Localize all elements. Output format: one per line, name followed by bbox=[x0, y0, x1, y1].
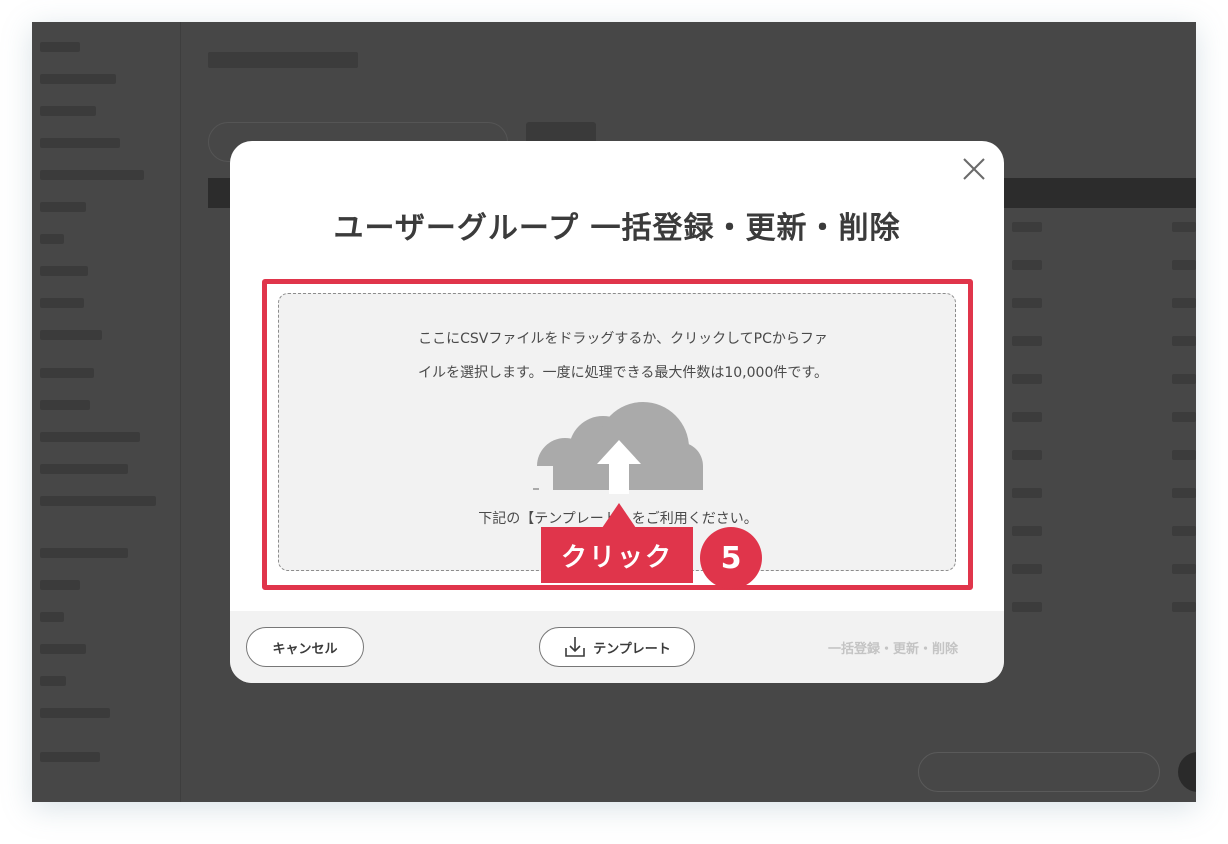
background-cell bbox=[1012, 374, 1042, 384]
background-cell bbox=[1012, 336, 1042, 346]
background-cell bbox=[1172, 412, 1196, 422]
background-cell bbox=[1012, 488, 1042, 498]
background-cell bbox=[1012, 298, 1042, 308]
modal-title: ユーザーグループ 一括登録・更新・削除 bbox=[333, 211, 901, 246]
background-cell bbox=[1012, 450, 1042, 460]
background-cell bbox=[1172, 450, 1196, 460]
step-number-badge: 5 bbox=[700, 527, 762, 589]
dropzone-text-line1: ここにCSVファイルをドラッグするか、クリックしてPCからファ bbox=[418, 331, 828, 347]
template-button-label: テンプレート bbox=[593, 641, 671, 657]
background-bottom-circle bbox=[1178, 752, 1196, 792]
background-cell bbox=[1172, 260, 1196, 270]
background-cell bbox=[1172, 602, 1196, 612]
download-icon bbox=[565, 637, 585, 657]
cancel-button-label: キャンセル bbox=[272, 641, 338, 657]
close-icon bbox=[963, 158, 985, 180]
background-cell bbox=[1012, 602, 1042, 612]
template-download-button[interactable]: テンプレート bbox=[539, 627, 695, 667]
background-cell bbox=[1012, 412, 1042, 422]
background-cell bbox=[1172, 336, 1196, 346]
background-cell bbox=[1172, 564, 1196, 574]
background-bottom-button bbox=[918, 752, 1160, 792]
background-cell bbox=[1012, 564, 1042, 574]
callout-arrow bbox=[602, 503, 636, 528]
background-cell bbox=[1172, 222, 1196, 232]
background-cell bbox=[1012, 260, 1042, 270]
background-cell bbox=[1012, 526, 1042, 536]
submit-button-label: 一括登録・更新・削除 bbox=[827, 641, 958, 657]
background-cell bbox=[1172, 298, 1196, 308]
background-sidebar bbox=[32, 22, 172, 802]
cloud-upload-icon bbox=[533, 402, 703, 494]
background-cell bbox=[1172, 526, 1196, 536]
background-divider bbox=[180, 22, 181, 802]
background-cell bbox=[1172, 488, 1196, 498]
modal-footer: キャンセル テンプレート 一括登録・更新・削除 bbox=[230, 611, 1004, 683]
background-cell bbox=[1012, 222, 1042, 232]
background-cell bbox=[1172, 374, 1196, 384]
background-page-title bbox=[208, 52, 358, 68]
dropzone-instructions: ここにCSVファイルをドラッグするか、クリックしてPCからファ イルを選択します… bbox=[363, 322, 883, 390]
dropzone-text-line2: イルを選択します。一度に処理できる最大件数は10,000件です。 bbox=[418, 365, 828, 381]
bulk-submit-button[interactable]: 一括登録・更新・削除 bbox=[808, 627, 978, 667]
cancel-button[interactable]: キャンセル bbox=[246, 627, 364, 667]
close-button[interactable] bbox=[960, 155, 988, 183]
click-callout: クリック bbox=[541, 527, 693, 583]
bulk-register-modal: ユーザーグループ 一括登録・更新・削除 ここにCSVファイルをドラッグするか、ク… bbox=[230, 141, 1004, 683]
